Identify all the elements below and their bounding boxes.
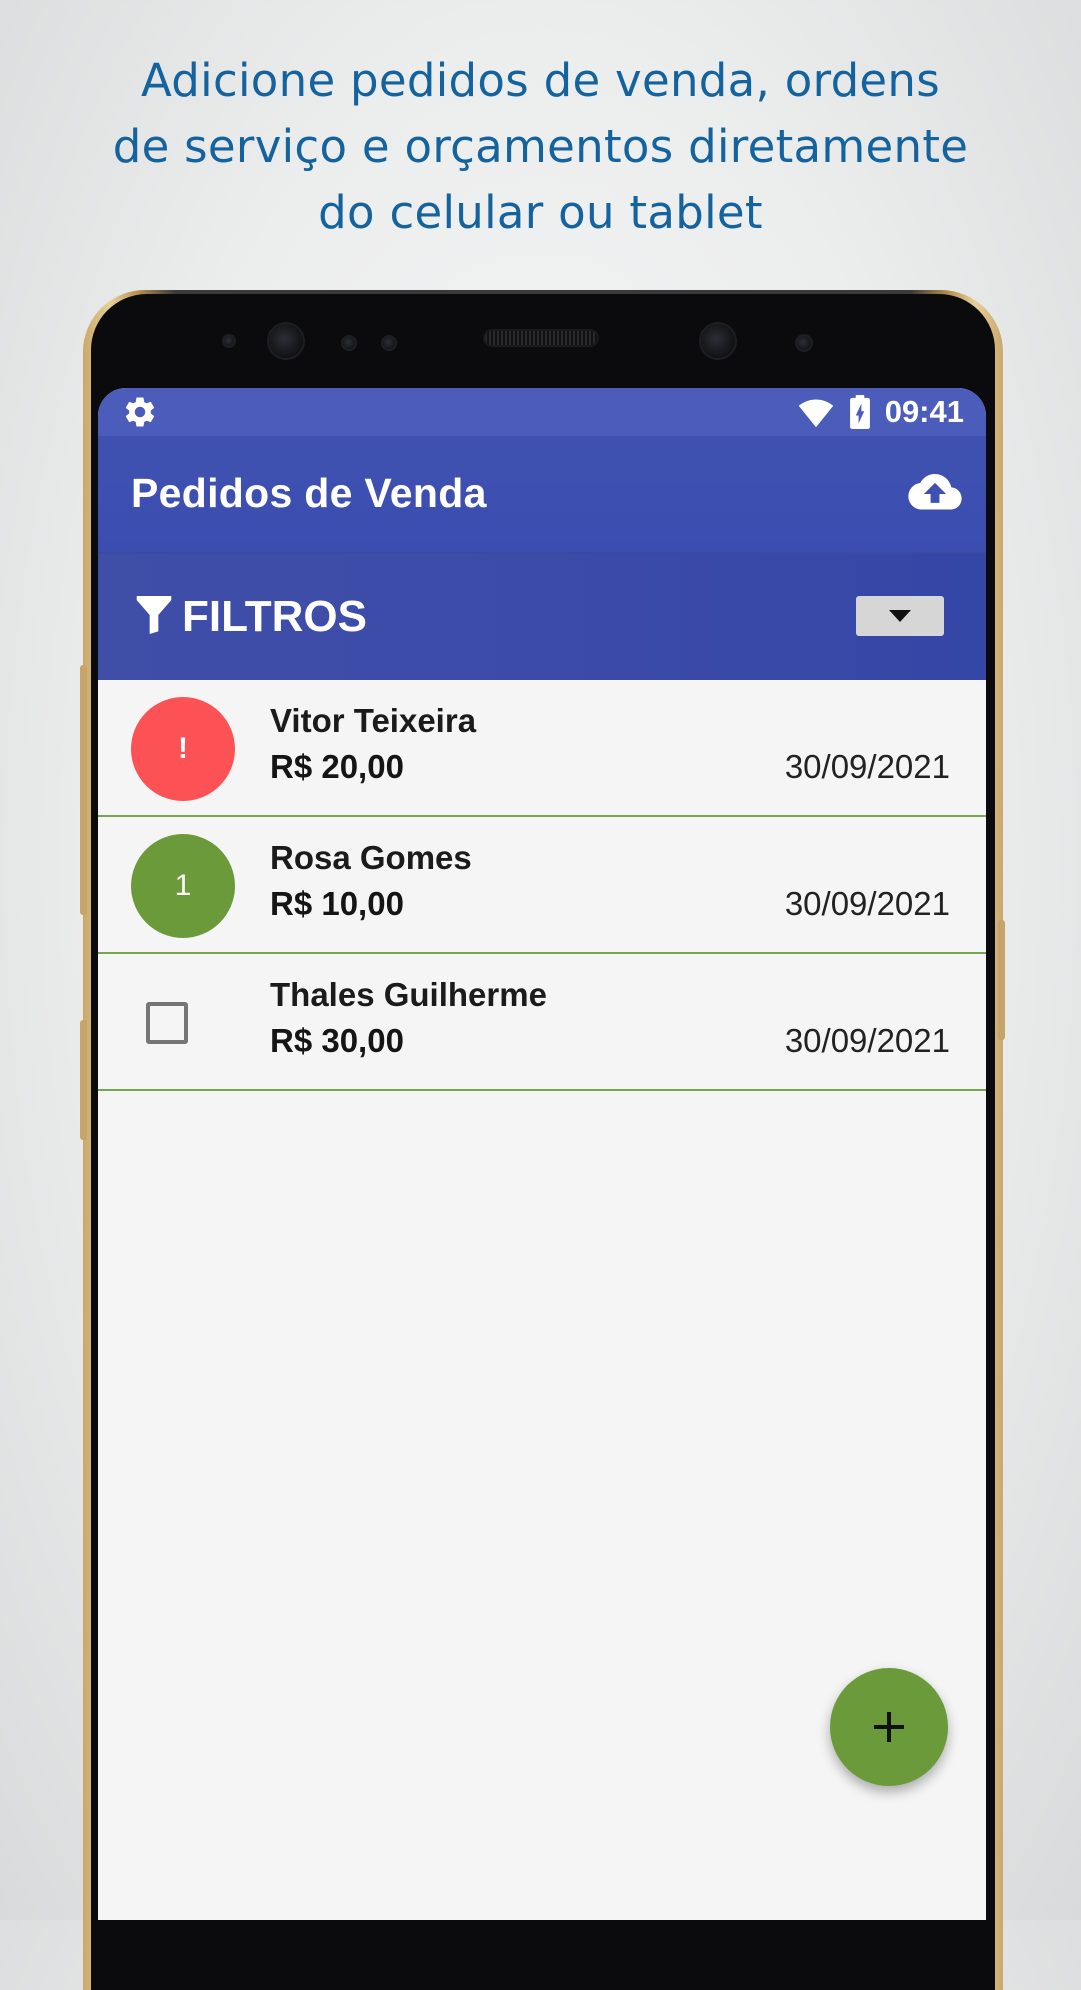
status-bar: 09:41 xyxy=(98,388,986,436)
gear-icon xyxy=(125,397,155,427)
order-date: 30/09/2021 xyxy=(784,885,950,922)
promo-headline: Adicione pedidos de venda, ordens de ser… xyxy=(0,48,1081,246)
cloud-upload-icon[interactable] xyxy=(908,474,962,514)
list-item[interactable]: Thales Guilherme R$ 30,00 30/09/2021 xyxy=(98,954,986,1091)
earpiece-speaker xyxy=(485,331,597,345)
badge-text: 1 xyxy=(174,869,192,902)
select-checkbox[interactable] xyxy=(146,1002,188,1044)
customer-name: Rosa Gomes xyxy=(270,839,472,876)
battery-charging-icon xyxy=(850,395,870,429)
sensor-icon xyxy=(341,335,357,351)
order-date: 30/09/2021 xyxy=(784,748,950,785)
front-camera-icon xyxy=(267,322,305,360)
filter-bar[interactable]: FILTROS xyxy=(98,552,986,682)
sensor-icon xyxy=(222,334,236,348)
headline-line: Adicione pedidos de venda, ordens xyxy=(140,54,940,107)
order-value: R$ 10,00 xyxy=(270,885,404,922)
app-bar: Pedidos de Venda xyxy=(98,436,986,552)
status-badge: ! xyxy=(131,697,235,801)
headline-line: de serviço e orçamentos diretamente xyxy=(112,120,969,173)
filter-icon xyxy=(136,596,172,634)
caret-down-icon xyxy=(889,610,911,622)
badge-text: ! xyxy=(178,732,188,765)
sensor-icon xyxy=(795,334,813,352)
sensor-icon xyxy=(381,335,397,351)
side-button xyxy=(80,665,87,915)
orders-list: ! Vitor Teixeira R$ 20,00 30/09/2021 1 R… xyxy=(98,680,986,1091)
customer-name: Thales Guilherme xyxy=(270,976,547,1013)
list-item[interactable]: 1 Rosa Gomes R$ 10,00 30/09/2021 xyxy=(98,817,986,954)
status-time: 09:41 xyxy=(884,394,964,429)
filter-toggle-button[interactable] xyxy=(856,596,944,636)
order-date: 30/09/2021 xyxy=(784,1022,950,1059)
side-button xyxy=(80,1020,87,1140)
plus-icon xyxy=(874,1712,904,1742)
add-order-button[interactable] xyxy=(830,1668,948,1786)
side-button xyxy=(998,920,1005,1040)
order-value: R$ 30,00 xyxy=(270,1022,404,1059)
customer-name: Vitor Teixeira xyxy=(270,702,477,739)
page-title: Pedidos de Venda xyxy=(131,470,487,516)
headline-line: do celular ou tablet xyxy=(318,186,763,239)
list-item[interactable]: ! Vitor Teixeira R$ 20,00 30/09/2021 xyxy=(98,680,986,817)
filter-label: FILTROS xyxy=(182,592,367,641)
front-camera-icon xyxy=(699,322,737,360)
status-badge: 1 xyxy=(131,834,235,938)
order-value: R$ 20,00 xyxy=(270,748,404,785)
wifi-icon xyxy=(798,399,834,428)
app-screen: 09:41 Pedidos de Venda FILTROS ! Vitor T… xyxy=(98,388,986,1920)
